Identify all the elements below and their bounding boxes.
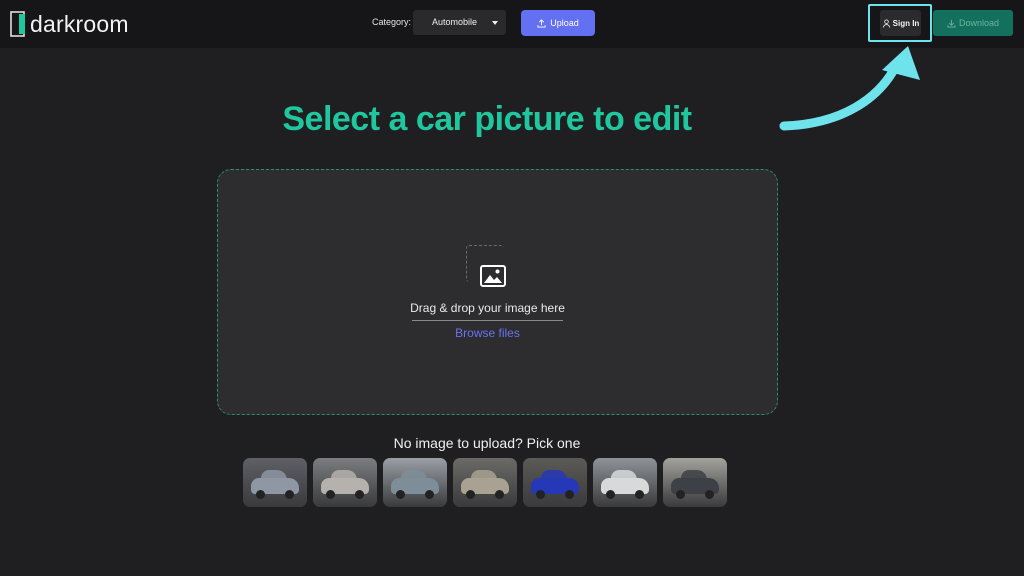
sample-car-thumbnail[interactable]	[523, 458, 587, 507]
logo-text: darkroom	[30, 10, 129, 37]
sample-car-thumbnail[interactable]	[453, 458, 517, 507]
car-shape	[256, 490, 265, 499]
sample-car-thumbnail[interactable]	[313, 458, 377, 507]
dropzone-divider	[412, 320, 563, 321]
sample-car-thumbnail[interactable]	[663, 458, 727, 507]
sample-car-thumbnail[interactable]	[383, 458, 447, 507]
sample-car-thumbnail[interactable]	[243, 458, 307, 507]
upload-icon	[537, 18, 546, 28]
car-shape	[396, 490, 405, 499]
logo-door-icon	[10, 11, 25, 37]
category-value: Automobile	[432, 17, 478, 27]
download-icon	[947, 19, 956, 28]
download-button[interactable]: Download	[933, 10, 1013, 36]
car-shape	[495, 490, 504, 499]
upload-label: Upload	[550, 18, 579, 28]
sample-car-thumbnail[interactable]	[593, 458, 657, 507]
car-shape	[425, 490, 434, 499]
car-shape	[536, 490, 545, 499]
car-shape	[705, 490, 714, 499]
image-icon	[480, 265, 506, 287]
dropzone-title: Drag & drop your image here	[410, 301, 565, 315]
caret-down-icon	[492, 21, 498, 25]
page-title: Select a car picture to edit	[282, 100, 692, 138]
category-label: Category:	[372, 17, 412, 27]
browse-files-link[interactable]: Browse files	[218, 326, 757, 340]
sign-in-label: Sign In	[892, 18, 920, 28]
user-icon	[882, 18, 890, 28]
car-shape	[326, 490, 335, 499]
download-label: Download	[958, 18, 1000, 28]
sign-in-button[interactable]: Sign In	[880, 10, 921, 36]
car-shape	[676, 490, 685, 499]
car-shape	[606, 490, 615, 499]
car-shape	[355, 490, 364, 499]
upload-button[interactable]: Upload	[521, 10, 595, 36]
sample-images-title: No image to upload? Pick one	[393, 435, 581, 451]
car-shape	[285, 490, 294, 499]
car-shape	[565, 490, 574, 499]
image-dropzone[interactable]: Drag & drop your image here Browse files	[217, 169, 778, 415]
category-select[interactable]: Automobile	[413, 10, 506, 35]
logo[interactable]: darkroom	[10, 10, 129, 38]
car-shape	[635, 490, 644, 499]
sample-thumbnails	[243, 458, 727, 507]
car-shape	[466, 490, 475, 499]
